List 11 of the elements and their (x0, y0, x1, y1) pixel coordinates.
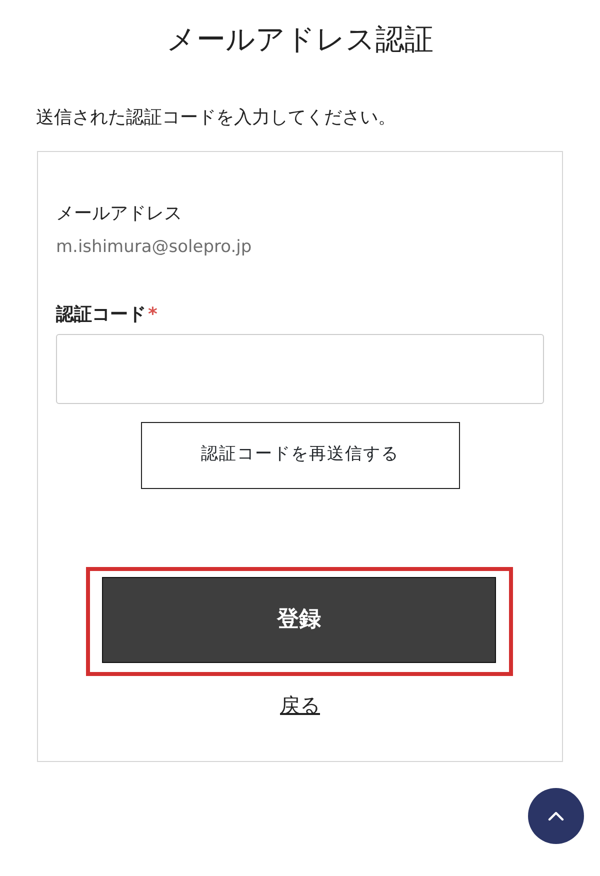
page-title: メールアドレス認証 (166, 21, 434, 58)
resend-button[interactable]: 認証コードを再送信する (140, 422, 460, 488)
email-value: m.ishimura@solepro.jp (56, 236, 253, 259)
register-button[interactable]: 登録 (102, 576, 496, 662)
email-label: メールアドレス (56, 202, 183, 226)
required-mark: * (148, 302, 158, 326)
code-label: 認証コード (56, 302, 146, 326)
code-input-field[interactable] (56, 334, 544, 404)
instruction-text: 送信された認証コードを入力してください。 (36, 106, 397, 130)
chevron-up-icon (548, 811, 564, 821)
back-link[interactable]: 戻る (280, 690, 320, 720)
